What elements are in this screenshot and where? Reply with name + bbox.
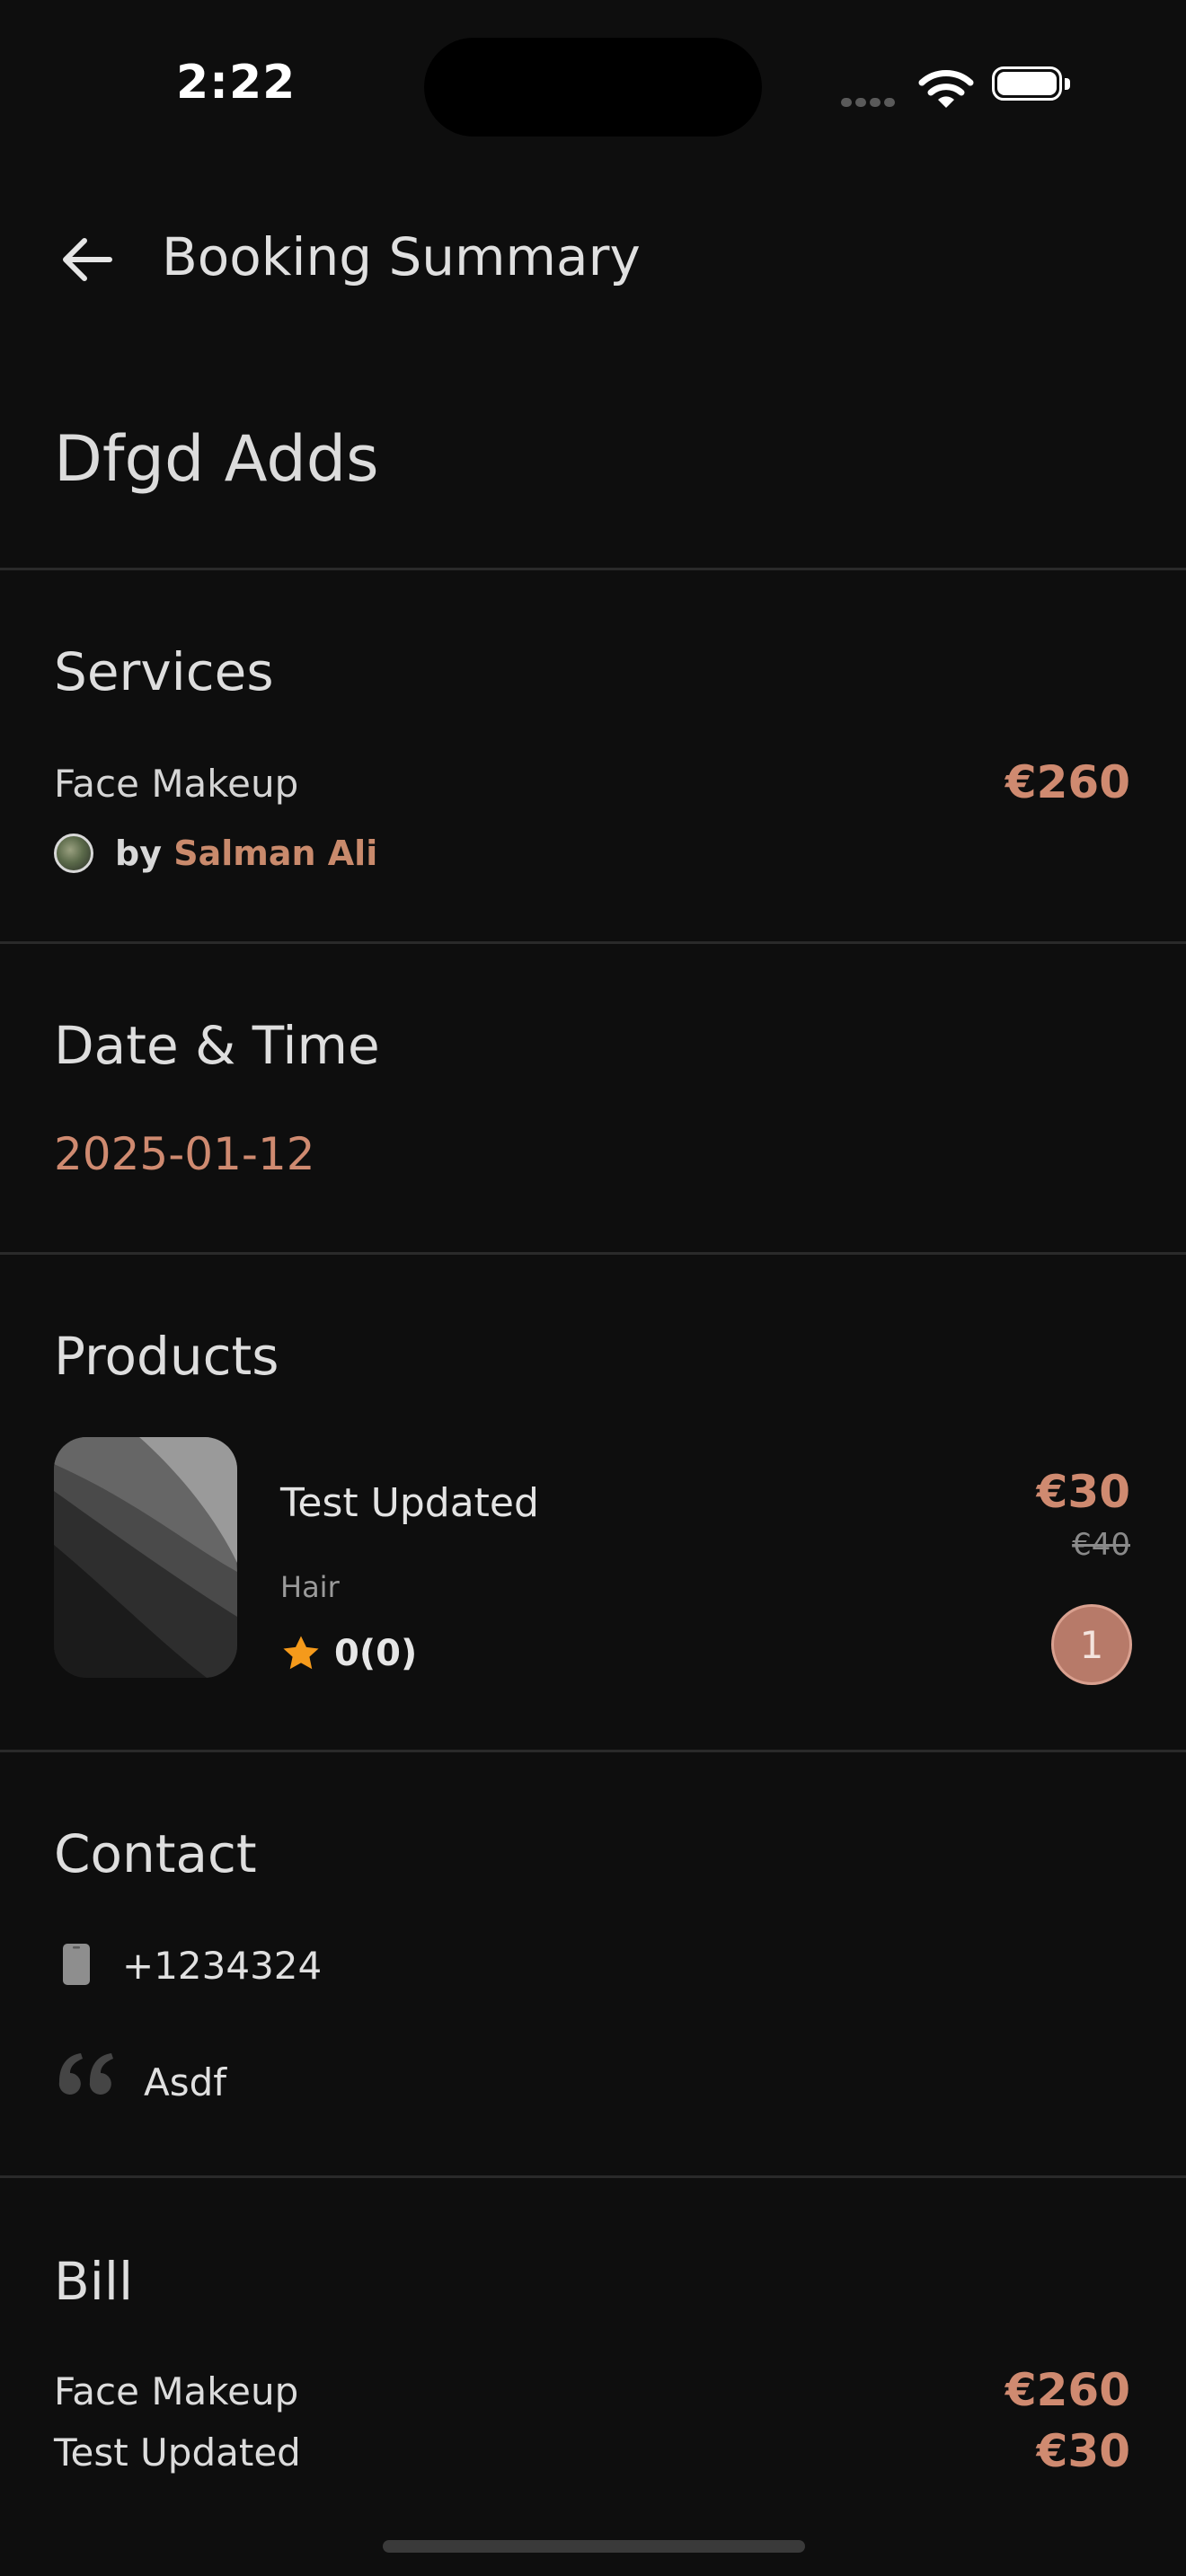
divider: [0, 568, 1186, 570]
wifi-icon: [918, 70, 974, 108]
battery-icon: [992, 66, 1073, 108]
dynamic-island: [424, 38, 762, 137]
back-arrow-icon[interactable]: [59, 232, 115, 287]
date-time-title: Date & Time: [54, 1015, 380, 1076]
home-indicator[interactable]: [383, 2540, 805, 2553]
product-name: Test Updated: [280, 1480, 539, 1526]
service-price: €260: [1005, 756, 1130, 808]
by-label: by: [115, 834, 162, 873]
status-time: 2:22: [176, 56, 296, 110]
star-icon: [283, 1636, 319, 1670]
divider: [0, 1252, 1186, 1255]
booking-date: 2025-01-12: [54, 1128, 315, 1180]
products-title: Products: [54, 1326, 279, 1387]
provider-name: Dfgd Adds: [54, 422, 379, 496]
bill-row-value: €260: [1005, 2364, 1130, 2416]
divider: [0, 1750, 1186, 1752]
divider: [0, 941, 1186, 944]
bill-row-label: Test Updated: [54, 2430, 301, 2475]
product-rating: 0(0): [334, 1633, 418, 1674]
page-title: Booking Summary: [162, 226, 641, 287]
service-staff: by Salman Ali: [115, 834, 377, 873]
phone-icon: [63, 1944, 90, 1985]
product-image[interactable]: [54, 1437, 237, 1678]
staff-name: Salman Ali: [173, 834, 378, 873]
service-name: Face Makeup: [54, 762, 299, 806]
avatar: [54, 834, 93, 873]
contact-title: Contact: [54, 1823, 257, 1884]
quote-icon: [58, 2053, 113, 2095]
bill-row-label: Face Makeup: [54, 2369, 299, 2413]
quantity-badge: 1: [1051, 1604, 1132, 1685]
divider: [0, 2175, 1186, 2178]
cellular-signal-icon: [841, 93, 902, 107]
bill-row-value: €30: [1036, 2425, 1130, 2477]
product-old-price: €40: [1072, 1527, 1130, 1563]
contact-note: Asdf: [144, 2060, 227, 2104]
product-price: €30: [1036, 1466, 1130, 1518]
services-title: Services: [54, 641, 274, 702]
bill-title: Bill: [54, 2251, 134, 2312]
product-category: Hair: [280, 1570, 340, 1604]
contact-phone[interactable]: +1234324: [122, 1944, 322, 1988]
